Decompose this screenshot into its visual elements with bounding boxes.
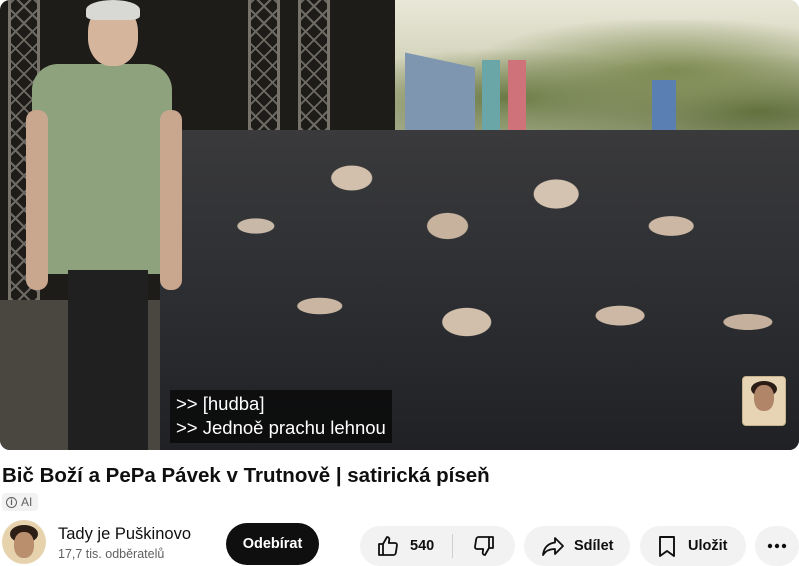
thumbs-down-icon	[472, 534, 496, 558]
caption-line: >> [hudba]	[176, 393, 265, 414]
more-actions-button[interactable]	[755, 526, 799, 566]
save-label: Uložit	[688, 538, 728, 554]
thumbs-up-icon	[376, 534, 400, 558]
ai-badge-label: AI	[21, 495, 33, 509]
share-button[interactable]: Sdílet	[524, 526, 630, 566]
channel-name[interactable]: Tady je Puškinovo	[58, 525, 191, 544]
video-player[interactable]: >> [hudba] >> Jednoě prachu lehnou	[0, 0, 799, 450]
like-count: 540	[410, 538, 435, 554]
save-button[interactable]: Uložit	[640, 526, 746, 566]
ai-badge[interactable]: i AI	[2, 493, 39, 511]
share-label: Sdílet	[574, 538, 614, 554]
bookmark-icon	[656, 534, 678, 558]
caption-line: >> Jednoě prachu lehnou	[176, 417, 386, 438]
dislike-button[interactable]	[453, 526, 515, 566]
video-title: Bič Boží a PePa Pávek v Trutnově | satir…	[2, 464, 490, 487]
more-horizontal-icon	[767, 543, 787, 549]
video-captions: >> [hudba] >> Jednoě prachu lehnou	[170, 390, 392, 443]
subscribe-button[interactable]: Odebírat	[226, 523, 319, 565]
festival-flag	[482, 60, 500, 140]
subscriber-count: 17,7 tis. odběratelů	[58, 547, 165, 561]
info-icon: i	[6, 496, 17, 508]
video-standing-man	[26, 0, 190, 450]
channel-avatar[interactable]	[2, 520, 46, 564]
festival-flag	[652, 80, 676, 130]
video-watermark-thumbnail[interactable]	[742, 376, 786, 426]
like-button[interactable]: 540	[360, 526, 452, 566]
festival-flag	[508, 60, 526, 140]
share-arrow-icon	[540, 534, 566, 558]
like-dislike-group: 540	[360, 526, 515, 566]
